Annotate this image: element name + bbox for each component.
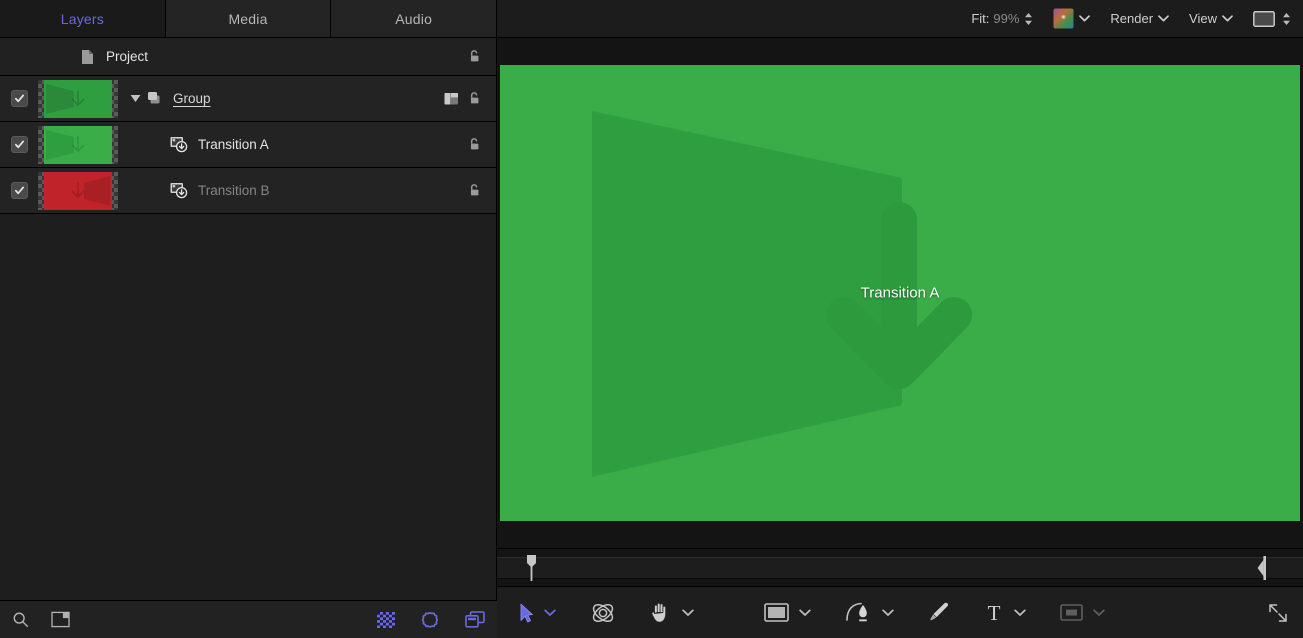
color-channel-control[interactable] [1053,8,1090,29]
transition-b-row-controls [467,183,496,198]
3d-transform-tool[interactable] [590,601,616,625]
layer-row-transition-a[interactable]: Transition A [0,122,496,168]
checkerboard-transparency-icon[interactable] [377,612,395,628]
mini-timeline[interactable] [497,548,1303,586]
viewport-layout-tool[interactable] [1060,604,1083,621]
layer-row-group[interactable]: Group [0,76,496,122]
tab-media-label: Media [228,11,267,27]
viewport-layout-tool-dropdown[interactable] [1093,609,1105,617]
layer-list[interactable]: Project [0,38,496,600]
tab-audio-label: Audio [395,11,432,27]
transition-b-enable-checkbox-cell [0,182,38,199]
mask-gear-icon[interactable] [421,611,439,629]
mask-card-icon[interactable] [444,92,459,106]
layer-thumbnail-transition-a [38,126,118,164]
layer-thumbnail-group [38,80,118,118]
display-quality-stepper-icon[interactable] [1282,12,1291,26]
transition-a-enable-checkbox-cell [0,136,38,153]
layer-row-project[interactable]: Project [0,38,496,76]
viewer-area: Fit: 99% [497,0,1303,638]
shape-tool[interactable] [764,603,789,622]
view-label: View [1189,11,1217,26]
layers-panel-icon[interactable] [465,611,485,628]
layers-panel: Layers Media Audio Project [0,0,497,638]
unlocked-padlock-icon[interactable] [467,137,482,152]
transition-a-thumbnail-cell [38,126,122,164]
chevron-down-icon[interactable] [1158,15,1169,22]
render-label: Render [1110,11,1153,26]
checkbox-transition-a[interactable] [11,136,28,153]
layer-label-transition-b[interactable]: Transition B [198,183,270,198]
paint-stroke-tool[interactable] [928,601,950,624]
search-icon[interactable] [12,611,29,628]
fit-label: Fit: [971,11,989,26]
resize-diagonal-icon[interactable] [1267,602,1289,624]
unlocked-padlock-icon[interactable] [467,49,482,64]
pan-hand-tool-dropdown[interactable] [682,609,694,617]
layers-panel-bottom-bar [0,600,497,638]
group-enable-checkbox-cell [0,90,38,107]
tools-toolbar: T [497,586,1303,638]
chevron-down-icon[interactable] [1079,15,1090,22]
playhead-marker-icon[interactable] [525,555,538,581]
mask-pen-tool-dropdown[interactable] [882,609,894,617]
text-tool[interactable]: T [984,602,1004,624]
shape-tool-dropdown[interactable] [799,609,811,617]
select-arrow-tool-dropdown[interactable] [544,609,556,617]
unlocked-padlock-icon[interactable] [467,183,482,198]
image-download-icon [170,136,188,153]
chevron-down-icon[interactable] [1222,15,1233,22]
checkbox-transition-b[interactable] [11,182,28,199]
unlocked-padlock-icon[interactable] [467,91,482,106]
mask-pen-tool[interactable] [845,601,872,625]
view-menu[interactable]: View [1189,11,1233,26]
checkbox-group[interactable] [11,90,28,107]
canvas-title-text: Transition A [861,285,940,302]
document-page-icon [78,49,96,65]
layer-label-group[interactable]: Group [173,91,211,106]
group-layers-icon [146,91,164,106]
tab-media[interactable]: Media [166,0,332,37]
select-arrow-tool[interactable] [519,603,534,623]
display-quality-icon[interactable] [1253,11,1275,27]
transition-b-thumbnail-cell [38,172,122,210]
transition-a-row-controls [467,137,496,152]
layer-label-transition-a[interactable]: Transition A [198,137,269,152]
mini-timeline-track[interactable] [497,557,1303,579]
layer-row-transition-b[interactable]: Transition B [0,168,496,214]
group-row-controls [444,91,496,106]
tab-audio[interactable]: Audio [331,0,496,37]
out-point-marker-icon[interactable] [1257,556,1267,580]
project-row-controls [467,49,496,64]
zoom-stepper-icon[interactable] [1024,12,1033,26]
svg-text:T: T [988,602,1001,624]
image-download-icon [170,182,188,199]
transition-b-label-cell: Transition B [122,182,467,199]
transition-a-label-cell: Transition A [122,136,467,153]
zoom-fit-control[interactable]: Fit: 99% [971,11,1033,26]
chevron-down-icon[interactable] [126,94,144,103]
pan-hand-tool[interactable] [650,601,672,624]
layer-thumbnail-transition-b [38,172,118,210]
motion-app-window: Layers Media Audio Project [0,0,1303,638]
canvas-area[interactable]: Transition A [497,38,1303,548]
text-tool-dropdown[interactable] [1014,609,1026,617]
tab-layers-label: Layers [61,11,104,27]
render-menu[interactable]: Render [1110,11,1169,26]
canvas-preview[interactable]: Transition A [500,65,1300,521]
tab-layers[interactable]: Layers [0,0,166,37]
show-hide-panel-icon[interactable] [51,611,70,628]
group-thumbnail-cell [38,80,122,118]
panel-tabbar: Layers Media Audio [0,0,496,38]
group-label-cell: Group [122,91,444,106]
project-label-cell: Project [0,49,467,65]
display-quality-control[interactable] [1253,11,1291,27]
zoom-value: 99% [993,11,1019,26]
color-wheel-icon[interactable] [1053,8,1074,29]
viewer-top-toolbar: Fit: 99% [497,0,1303,38]
layer-label-project: Project [106,49,148,64]
